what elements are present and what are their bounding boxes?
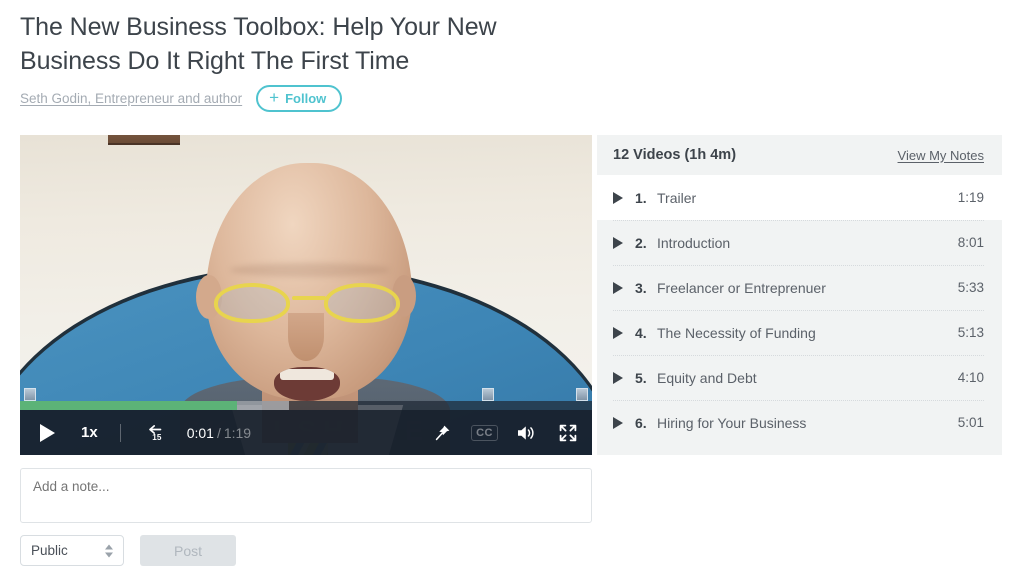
- view-my-notes-link[interactable]: View My Notes: [898, 148, 984, 163]
- video-list-item[interactable]: 3. Freelancer or Entreprenuer 5:33: [597, 265, 1002, 310]
- progress-bar[interactable]: [20, 401, 592, 410]
- post-note-button[interactable]: Post: [140, 535, 236, 566]
- playlist-rows: 1. Trailer 1:19 2. Introduction 8:01 3. Freelan…: [597, 175, 1002, 445]
- video-title: Equity and Debt: [657, 369, 757, 386]
- video-player[interactable]: SKILLSHARE 1x 15 0:01/1:19: [20, 135, 592, 455]
- note-actions: Public Post: [20, 535, 236, 566]
- video-title: Hiring for Your Business: [657, 414, 807, 431]
- byline: Seth Godin, Entrepreneur and author + Fo…: [20, 85, 343, 112]
- note-visibility-select[interactable]: Public: [20, 535, 124, 566]
- teeth: [280, 369, 334, 380]
- video-list-item[interactable]: 1. Trailer 1:19: [597, 175, 1002, 220]
- brow-shadow: [230, 263, 390, 277]
- play-icon: [613, 416, 623, 429]
- time-separator: /: [216, 424, 221, 441]
- playback-speed-button[interactable]: 1x: [81, 424, 98, 441]
- player-controls: 1x 15 0:01/1:19 CC: [20, 410, 592, 455]
- course-page: The New Business Toolbox: Help Your New …: [0, 0, 1024, 577]
- video-number: 4.: [635, 324, 647, 341]
- video-list-item[interactable]: 2. Introduction 8:01: [597, 220, 1002, 265]
- video-title: Introduction: [657, 234, 731, 251]
- video-duration: 8:01: [957, 235, 984, 250]
- video-list-item[interactable]: 4. The Necessity of Funding 5:13: [597, 310, 1002, 355]
- closed-captions-button[interactable]: CC: [471, 424, 498, 441]
- pin-button[interactable]: [434, 424, 451, 442]
- chevron-updown-icon: [105, 544, 113, 557]
- play-icon: [613, 191, 623, 204]
- fullscreen-icon: [559, 424, 577, 441]
- video-number: 3.: [635, 279, 647, 296]
- nose: [288, 313, 324, 361]
- video-number: 6.: [635, 414, 647, 431]
- play-icon: [613, 281, 623, 294]
- mouth: [274, 367, 340, 401]
- volume-icon: [518, 425, 534, 440]
- video-duration: 4:10: [957, 370, 984, 385]
- page-title: The New Business Toolbox: Help Your New …: [20, 13, 497, 75]
- glasses-lens-right: [324, 283, 400, 323]
- video-list-item[interactable]: 6. Hiring for Your Business 5:01: [597, 400, 1002, 445]
- video-duration: 5:33: [957, 280, 984, 295]
- volume-button[interactable]: [516, 424, 538, 442]
- play-icon: [40, 423, 55, 442]
- svg-text:15: 15: [152, 433, 162, 442]
- video-list-item[interactable]: 5. Equity and Debt 4:10: [597, 355, 1002, 400]
- playlist-header: 12 Videos (1h 4m) View My Notes: [597, 135, 1002, 175]
- author-link[interactable]: Seth Godin, Entrepreneur and author: [20, 91, 242, 106]
- video-number: 2.: [635, 234, 647, 251]
- rewind-15-icon: 15: [148, 424, 162, 442]
- controls-divider: [119, 423, 121, 442]
- glasses-bridge: [292, 296, 326, 300]
- timeline-marker: [482, 388, 494, 401]
- note-visibility-value: Public: [31, 543, 68, 558]
- playlist-count: 12 Videos (1h 4m): [613, 147, 737, 163]
- video-title: Freelancer or Entreprenuer: [657, 279, 826, 296]
- play-icon: [613, 236, 623, 249]
- plus-icon: +: [269, 88, 280, 107]
- follow-button-label: Follow: [285, 91, 327, 106]
- video-duration: 1:19: [957, 190, 984, 205]
- timecode: 0:01/1:19: [187, 425, 251, 441]
- play-icon: [613, 371, 623, 384]
- head: [206, 163, 412, 399]
- total-time: 1:19: [223, 424, 252, 441]
- video-duration: 5:01: [957, 415, 984, 430]
- timeline-marker: [576, 388, 588, 401]
- pin-icon: [435, 425, 450, 440]
- follow-button[interactable]: + Follow: [256, 85, 343, 112]
- play-icon: [613, 326, 623, 339]
- video-number: 1.: [635, 189, 647, 206]
- video-number: 5.: [635, 369, 647, 386]
- progress-played: [20, 401, 238, 410]
- glasses-lens-left: [214, 283, 290, 323]
- note-input[interactable]: [20, 468, 592, 523]
- timeline-marker: [24, 388, 36, 401]
- video-title: Trailer: [657, 189, 697, 206]
- current-time: 0:01: [186, 424, 214, 441]
- play-button[interactable]: [34, 423, 55, 442]
- video-duration: 5:13: [957, 325, 984, 340]
- rewind-15-button[interactable]: 15: [143, 423, 165, 443]
- video-playlist: 12 Videos (1h 4m) View My Notes 1. Traile…: [597, 135, 1002, 455]
- wall-picture-frame: [108, 135, 180, 145]
- video-title: The Necessity of Funding: [657, 324, 816, 341]
- fullscreen-button[interactable]: [558, 423, 578, 443]
